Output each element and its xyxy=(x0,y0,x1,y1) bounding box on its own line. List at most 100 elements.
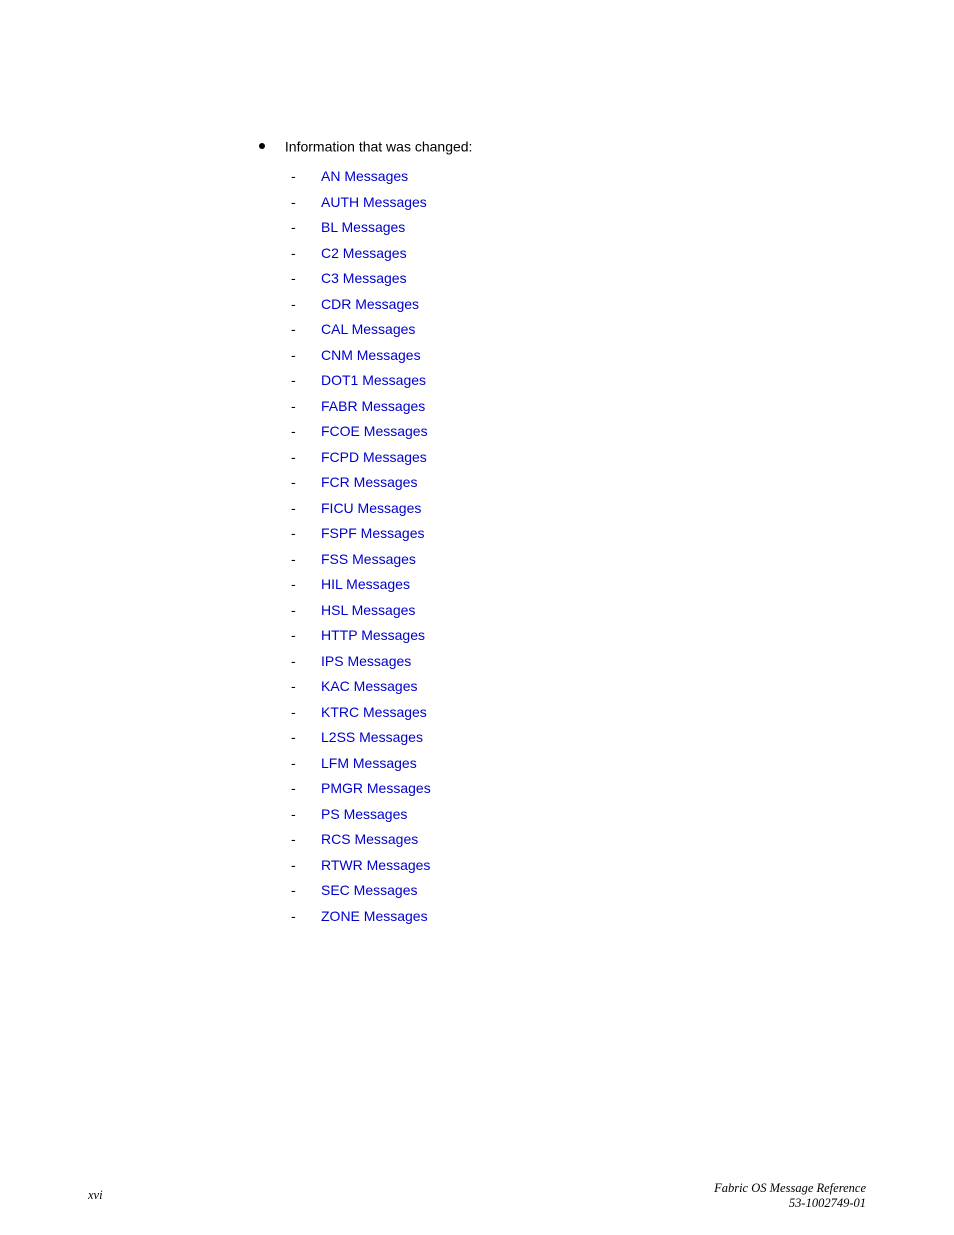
message-link[interactable]: C2 Messages xyxy=(321,245,407,261)
list-item: - FCR Messages xyxy=(291,470,877,496)
message-link-list: - AN Messages - AUTH Messages - BL Messages - C… xyxy=(291,164,877,929)
list-item: - AN Messages xyxy=(291,164,877,190)
dash-icon: - xyxy=(291,419,296,445)
list-item: - ZONE Messages xyxy=(291,904,877,930)
list-item: - PMGR Messages xyxy=(291,776,877,802)
message-link[interactable]: KAC Messages xyxy=(321,678,417,694)
page-number: xvi xyxy=(88,1188,103,1203)
list-item: - CAL Messages xyxy=(291,317,877,343)
dash-icon: - xyxy=(291,700,296,726)
list-item: - FSPF Messages xyxy=(291,521,877,547)
message-link[interactable]: LFM Messages xyxy=(321,755,417,771)
list-item: - CNM Messages xyxy=(291,343,877,369)
list-item: - HTTP Messages xyxy=(291,623,877,649)
dash-icon: - xyxy=(291,853,296,879)
footer-ref-line1: Fabric OS Message Reference xyxy=(714,1181,866,1195)
list-item: - HIL Messages xyxy=(291,572,877,598)
message-link[interactable]: PS Messages xyxy=(321,806,407,822)
message-link[interactable]: FSS Messages xyxy=(321,551,416,567)
message-link[interactable]: FABR Messages xyxy=(321,398,425,414)
dash-icon: - xyxy=(291,343,296,369)
dash-icon: - xyxy=(291,725,296,751)
message-link[interactable]: BL Messages xyxy=(321,219,405,235)
list-item: - FICU Messages xyxy=(291,496,877,522)
list-item: - FSS Messages xyxy=(291,547,877,573)
message-link[interactable]: FCOE Messages xyxy=(321,423,428,439)
list-item: - CDR Messages xyxy=(291,292,877,318)
footer-ref-line2: 53-1002749-01 xyxy=(789,1196,866,1210)
dash-icon: - xyxy=(291,904,296,930)
list-item: - KAC Messages xyxy=(291,674,877,700)
list-item: - BL Messages xyxy=(291,215,877,241)
dash-icon: - xyxy=(291,674,296,700)
intro-text: Information that was changed: xyxy=(285,138,473,154)
dash-icon: - xyxy=(291,394,296,420)
message-link[interactable]: RTWR Messages xyxy=(321,857,430,873)
dash-icon: - xyxy=(291,623,296,649)
list-item: - LFM Messages xyxy=(291,751,877,777)
message-link[interactable]: L2SS Messages xyxy=(321,729,423,745)
dash-icon: - xyxy=(291,521,296,547)
list-item: - DOT1 Messages xyxy=(291,368,877,394)
message-link[interactable]: HTTP Messages xyxy=(321,627,425,643)
message-link[interactable]: CDR Messages xyxy=(321,296,419,312)
list-item: - C2 Messages xyxy=(291,241,877,267)
dash-icon: - xyxy=(291,317,296,343)
list-item: - AUTH Messages xyxy=(291,190,877,216)
dash-icon: - xyxy=(291,190,296,216)
list-item: - FABR Messages xyxy=(291,394,877,420)
list-item: - SEC Messages xyxy=(291,878,877,904)
bullet-icon xyxy=(259,143,265,149)
list-item: - IPS Messages xyxy=(291,649,877,675)
page: Information that was changed: - AN Messag… xyxy=(0,0,954,1235)
dash-icon: - xyxy=(291,470,296,496)
message-link[interactable]: AUTH Messages xyxy=(321,194,427,210)
list-item: - FCPD Messages xyxy=(291,445,877,471)
list-item: - FCOE Messages xyxy=(291,419,877,445)
message-link[interactable]: KTRC Messages xyxy=(321,704,427,720)
dash-icon: - xyxy=(291,368,296,394)
dash-icon: - xyxy=(291,215,296,241)
dash-icon: - xyxy=(291,572,296,598)
dash-icon: - xyxy=(291,292,296,318)
dash-icon: - xyxy=(291,445,296,471)
message-link[interactable]: FCR Messages xyxy=(321,474,417,490)
list-item: - KTRC Messages xyxy=(291,700,877,726)
message-link[interactable]: RCS Messages xyxy=(321,831,418,847)
dash-icon: - xyxy=(291,751,296,777)
message-link[interactable]: ZONE Messages xyxy=(321,908,428,924)
message-link[interactable]: DOT1 Messages xyxy=(321,372,426,388)
dash-icon: - xyxy=(291,547,296,573)
dash-icon: - xyxy=(291,776,296,802)
message-link[interactable]: CAL Messages xyxy=(321,321,415,337)
message-link[interactable]: IPS Messages xyxy=(321,653,411,669)
list-item: - C3 Messages xyxy=(291,266,877,292)
list-item: - L2SS Messages xyxy=(291,725,877,751)
dash-icon: - xyxy=(291,827,296,853)
message-link[interactable]: CNM Messages xyxy=(321,347,421,363)
message-link[interactable]: AN Messages xyxy=(321,168,408,184)
message-link[interactable]: FCPD Messages xyxy=(321,449,427,465)
dash-icon: - xyxy=(291,266,296,292)
dash-icon: - xyxy=(291,496,296,522)
message-link[interactable]: PMGR Messages xyxy=(321,780,431,796)
content-block: Information that was changed: - AN Messag… xyxy=(257,137,877,929)
list-item: - RTWR Messages xyxy=(291,853,877,879)
dash-icon: - xyxy=(291,598,296,624)
footer-reference: Fabric OS Message Reference 53-1002749-0… xyxy=(714,1181,866,1211)
list-item: - PS Messages xyxy=(291,802,877,828)
dash-icon: - xyxy=(291,878,296,904)
intro-line: Information that was changed: xyxy=(257,137,877,154)
list-item: - HSL Messages xyxy=(291,598,877,624)
message-link[interactable]: HSL Messages xyxy=(321,602,415,618)
message-link[interactable]: SEC Messages xyxy=(321,882,417,898)
message-link[interactable]: C3 Messages xyxy=(321,270,407,286)
message-link[interactable]: FSPF Messages xyxy=(321,525,424,541)
dash-icon: - xyxy=(291,241,296,267)
dash-icon: - xyxy=(291,802,296,828)
dash-icon: - xyxy=(291,649,296,675)
message-link[interactable]: FICU Messages xyxy=(321,500,421,516)
dash-icon: - xyxy=(291,164,296,190)
message-link[interactable]: HIL Messages xyxy=(321,576,410,592)
list-item: - RCS Messages xyxy=(291,827,877,853)
